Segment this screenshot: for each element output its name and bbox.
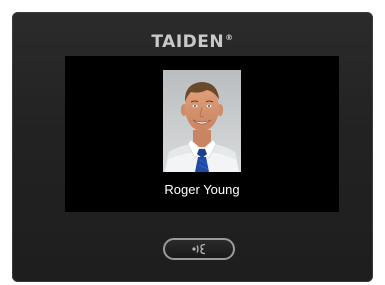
brand-logo: TAIDEN® — [12, 32, 373, 52]
brand-name: TAIDEN — [151, 32, 225, 52]
conference-unit-panel: TAIDEN® Roger Young — [12, 12, 373, 282]
card-reader-icon — [192, 243, 206, 255]
card-reader-button[interactable] — [163, 238, 235, 260]
registered-mark: ® — [225, 33, 234, 43]
participant-portrait-image — [163, 70, 241, 172]
participant-photo — [163, 70, 241, 172]
participant-name: Roger Young — [164, 182, 240, 197]
display-screen: Roger Young — [65, 56, 339, 212]
